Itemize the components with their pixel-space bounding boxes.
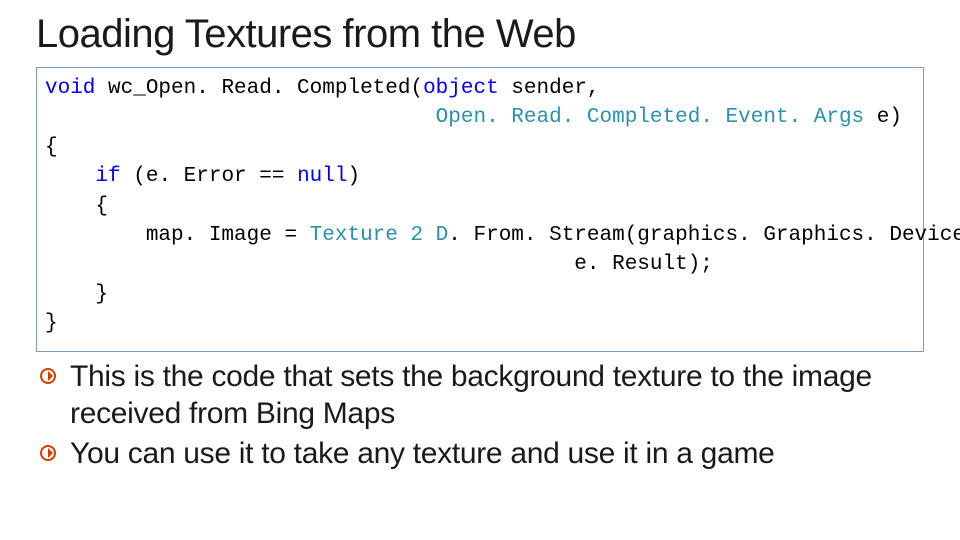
code-block: void wc_Open. Read. Completed(object sen… — [36, 67, 924, 352]
bullet-text: This is the code that sets the backgroun… — [70, 358, 924, 433]
bullet-text: You can use it to take any texture and u… — [70, 435, 775, 473]
bullet-icon — [36, 358, 60, 384]
bullet-icon — [36, 435, 60, 461]
page-title: Loading Textures from the Web — [36, 12, 924, 57]
list-item: You can use it to take any texture and u… — [36, 435, 924, 473]
bullet-list: This is the code that sets the backgroun… — [36, 358, 924, 473]
slide: Loading Textures from the Web void wc_Op… — [0, 0, 960, 540]
code-content: void wc_Open. Read. Completed(object sen… — [45, 74, 915, 339]
list-item: This is the code that sets the backgroun… — [36, 358, 924, 433]
